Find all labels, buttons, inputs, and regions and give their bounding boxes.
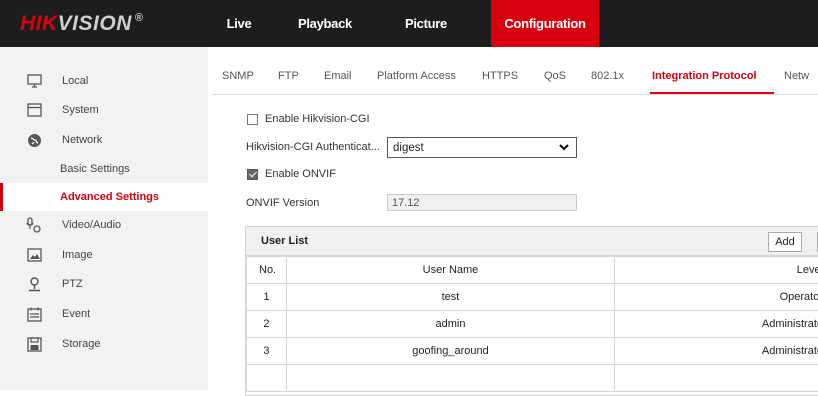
hikvision-logo: HIKVISION® (20, 12, 143, 36)
table-header-row: No. User Name Level (247, 257, 818, 284)
onvif-version-field: 17.12 (387, 194, 577, 211)
table-row[interactable]: 3 goofing_around Administrato (247, 338, 818, 365)
sidebar-item-storage[interactable]: Storage (0, 330, 208, 358)
onvif-version-label: ONVIF Version (246, 197, 319, 209)
tab-ftp[interactable]: FTP (278, 58, 324, 94)
event-icon (26, 306, 42, 322)
system-icon (26, 102, 42, 118)
enable-cgi-checkbox[interactable] (247, 114, 258, 125)
cell-user-name: goofing_around (286, 338, 614, 365)
nav-configuration[interactable]: Configuration (491, 0, 599, 47)
nav-live-view[interactable]: Live View (212, 0, 266, 47)
sidebar-item-label: PTZ (62, 278, 83, 290)
tab-divider (212, 94, 818, 95)
sidebar-item-label: Advanced Settings (60, 191, 159, 203)
user-list-header: User List Add (246, 227, 818, 256)
cell-level: Administrato (615, 338, 818, 365)
sidebar-item-advanced-settings[interactable]: Advanced Settings (0, 183, 208, 211)
sidebar-item-label: Event (62, 308, 90, 320)
sidebar-item-label: Video/Audio (62, 219, 121, 231)
table-row[interactable]: 2 admin Administrato (247, 311, 818, 338)
sidebar-item-network[interactable]: Network (0, 126, 208, 154)
onvif-version-value: 17.12 (392, 197, 420, 209)
user-list-title: User List (261, 235, 308, 247)
column-header-user-name: User Name (286, 257, 614, 284)
column-header-level: Level (615, 257, 818, 284)
video-audio-icon (26, 217, 42, 233)
auth-label: Hikvision-CGI Authenticat... (246, 141, 380, 153)
globe-icon (26, 132, 42, 148)
sidebar-item-label: Network (62, 134, 102, 146)
enable-onvif-checkbox[interactable] (247, 169, 258, 180)
enable-onvif-label: Enable ONVIF (265, 168, 336, 180)
user-list-panel: User List Add No. User Name Level 1 test… (245, 226, 818, 396)
table-row-empty (247, 365, 818, 392)
cell-empty (247, 365, 287, 392)
cell-no: 2 (247, 311, 287, 338)
nav-picture[interactable]: Picture (384, 0, 468, 47)
sidebar-item-system[interactable]: System (0, 96, 208, 124)
cell-level: Administrato (615, 311, 818, 338)
tab-network-more[interactable]: Netw (774, 58, 814, 94)
sidebar-item-label: Local (62, 75, 88, 87)
ptz-icon (26, 276, 42, 292)
top-bar: HIKVISION® Live View Playback Picture Co… (0, 0, 818, 47)
sidebar-item-image[interactable]: Image (0, 241, 208, 269)
sidebar-item-ptz[interactable]: PTZ (0, 270, 208, 298)
sidebar-item-label: Image (62, 249, 93, 261)
settings-tabs: SNMP FTP Email Platform Access HTTPS QoS… (222, 58, 814, 94)
sidebar-item-label: Storage (62, 338, 101, 350)
sidebar: Local System Network Basic Settings Adva… (0, 47, 208, 390)
enable-cgi-label: Enable Hikvision-CGI (265, 113, 370, 125)
nav-playback[interactable]: Playback (266, 0, 384, 47)
auth-select-value: digest (393, 142, 424, 154)
sidebar-item-label: System (62, 104, 99, 116)
image-icon (26, 247, 42, 263)
tab-8021x[interactable]: 802.1x (591, 58, 650, 94)
cell-empty (615, 365, 818, 392)
tab-platform-access[interactable]: Platform Access (377, 58, 482, 94)
add-user-button[interactable]: Add (768, 232, 802, 252)
tab-qos[interactable]: QoS (544, 58, 591, 94)
storage-icon (26, 336, 42, 352)
cell-no: 3 (247, 338, 287, 365)
cell-no: 1 (247, 284, 287, 311)
cell-user-name: test (286, 284, 614, 311)
sidebar-item-basic-settings[interactable]: Basic Settings (0, 155, 208, 183)
chevron-down-icon (558, 141, 570, 156)
cell-user-name: admin (286, 311, 614, 338)
sidebar-item-video-audio[interactable]: Video/Audio (0, 211, 208, 239)
monitor-icon (26, 73, 42, 89)
sidebar-item-event[interactable]: Event (0, 300, 208, 328)
user-table: No. User Name Level 1 test Operator 2 ad… (246, 256, 818, 392)
tab-integration-protocol[interactable]: Integration Protocol (650, 58, 774, 94)
main-nav: Live View Playback Picture Configuration (212, 0, 599, 47)
sidebar-item-label: Basic Settings (60, 163, 130, 175)
table-row[interactable]: 1 test Operator (247, 284, 818, 311)
column-header-no: No. (247, 257, 287, 284)
tab-email[interactable]: Email (324, 58, 377, 94)
sidebar-item-local[interactable]: Local (0, 67, 208, 95)
cell-empty (286, 365, 614, 392)
cell-level: Operator (615, 284, 818, 311)
tab-https[interactable]: HTTPS (482, 58, 544, 94)
tab-snmp[interactable]: SNMP (222, 58, 278, 94)
auth-select[interactable]: digest (387, 137, 577, 158)
